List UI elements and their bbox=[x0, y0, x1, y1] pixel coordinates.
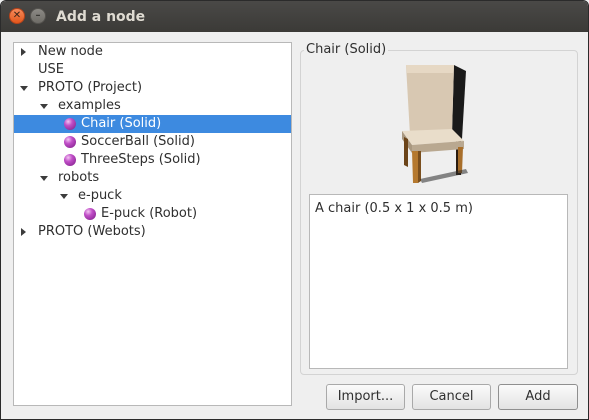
node-info-title: Chair (Solid) bbox=[304, 42, 389, 58]
tree-item[interactable]: SoccerBall (Solid) bbox=[14, 133, 291, 151]
minimize-icon: – bbox=[35, 10, 41, 21]
tree-item[interactable]: e-puck bbox=[14, 187, 291, 205]
collapsed-arrow-icon[interactable] bbox=[21, 228, 26, 236]
expanded-arrow-icon[interactable] bbox=[40, 104, 48, 109]
window-title: Add a node bbox=[56, 9, 146, 25]
tree-item-label: New node bbox=[38, 44, 103, 59]
close-icon: ✕ bbox=[12, 10, 22, 21]
import-button[interactable]: Import... bbox=[326, 384, 405, 410]
collapsed-arrow-icon[interactable] bbox=[21, 48, 26, 56]
tree-item-label: examples bbox=[58, 98, 121, 113]
expanded-arrow-icon[interactable] bbox=[60, 194, 68, 199]
chair-preview-image bbox=[402, 65, 468, 183]
add-button[interactable]: Add bbox=[498, 384, 578, 410]
tree-item-label: robots bbox=[58, 170, 100, 185]
title-bar: ✕ – Add a node bbox=[1, 1, 588, 32]
tree-item-label: Chair (Solid) bbox=[81, 116, 162, 131]
tree-item-label: USE bbox=[38, 62, 64, 77]
tree-item[interactable]: E-puck (Robot) bbox=[14, 205, 291, 223]
tree-item-label: E-puck (Robot) bbox=[101, 206, 198, 221]
tree-item-label: ThreeSteps (Solid) bbox=[81, 152, 201, 167]
close-window-button[interactable]: ✕ bbox=[9, 8, 25, 24]
proto-node-icon bbox=[64, 118, 76, 130]
expanded-arrow-icon[interactable] bbox=[20, 86, 28, 91]
node-description[interactable]: A chair (0.5 x 1 x 0.5 m) bbox=[309, 194, 568, 369]
tree-item-label: e-puck bbox=[78, 188, 122, 203]
tree-item[interactable]: robots bbox=[14, 169, 291, 187]
tree-item[interactable]: USE bbox=[14, 61, 291, 79]
tree-item[interactable]: New node bbox=[14, 43, 291, 61]
tree-item-label: PROTO (Webots) bbox=[38, 224, 146, 239]
node-tree[interactable]: New node USE PROTO (Project) examples Chair … bbox=[13, 42, 292, 406]
proto-node-icon bbox=[64, 136, 76, 148]
tree-item[interactable]: ThreeSteps (Solid) bbox=[14, 151, 291, 169]
tree-item[interactable]: PROTO (Webots) bbox=[14, 223, 291, 241]
proto-node-icon bbox=[84, 208, 96, 220]
tree-item-label: SoccerBall (Solid) bbox=[81, 134, 195, 149]
expanded-arrow-icon[interactable] bbox=[40, 176, 48, 181]
minimize-window-button[interactable]: – bbox=[30, 8, 46, 24]
add-node-dialog: ✕ – Add a node New node USE PROTO (Project… bbox=[0, 0, 589, 420]
tree-item[interactable]: Chair (Solid) bbox=[14, 115, 291, 133]
tree-item-label: PROTO (Project) bbox=[38, 80, 143, 95]
tree-item[interactable]: examples bbox=[14, 97, 291, 115]
proto-node-icon bbox=[64, 154, 76, 166]
cancel-button[interactable]: Cancel bbox=[412, 384, 491, 410]
tree-item[interactable]: PROTO (Project) bbox=[14, 79, 291, 97]
